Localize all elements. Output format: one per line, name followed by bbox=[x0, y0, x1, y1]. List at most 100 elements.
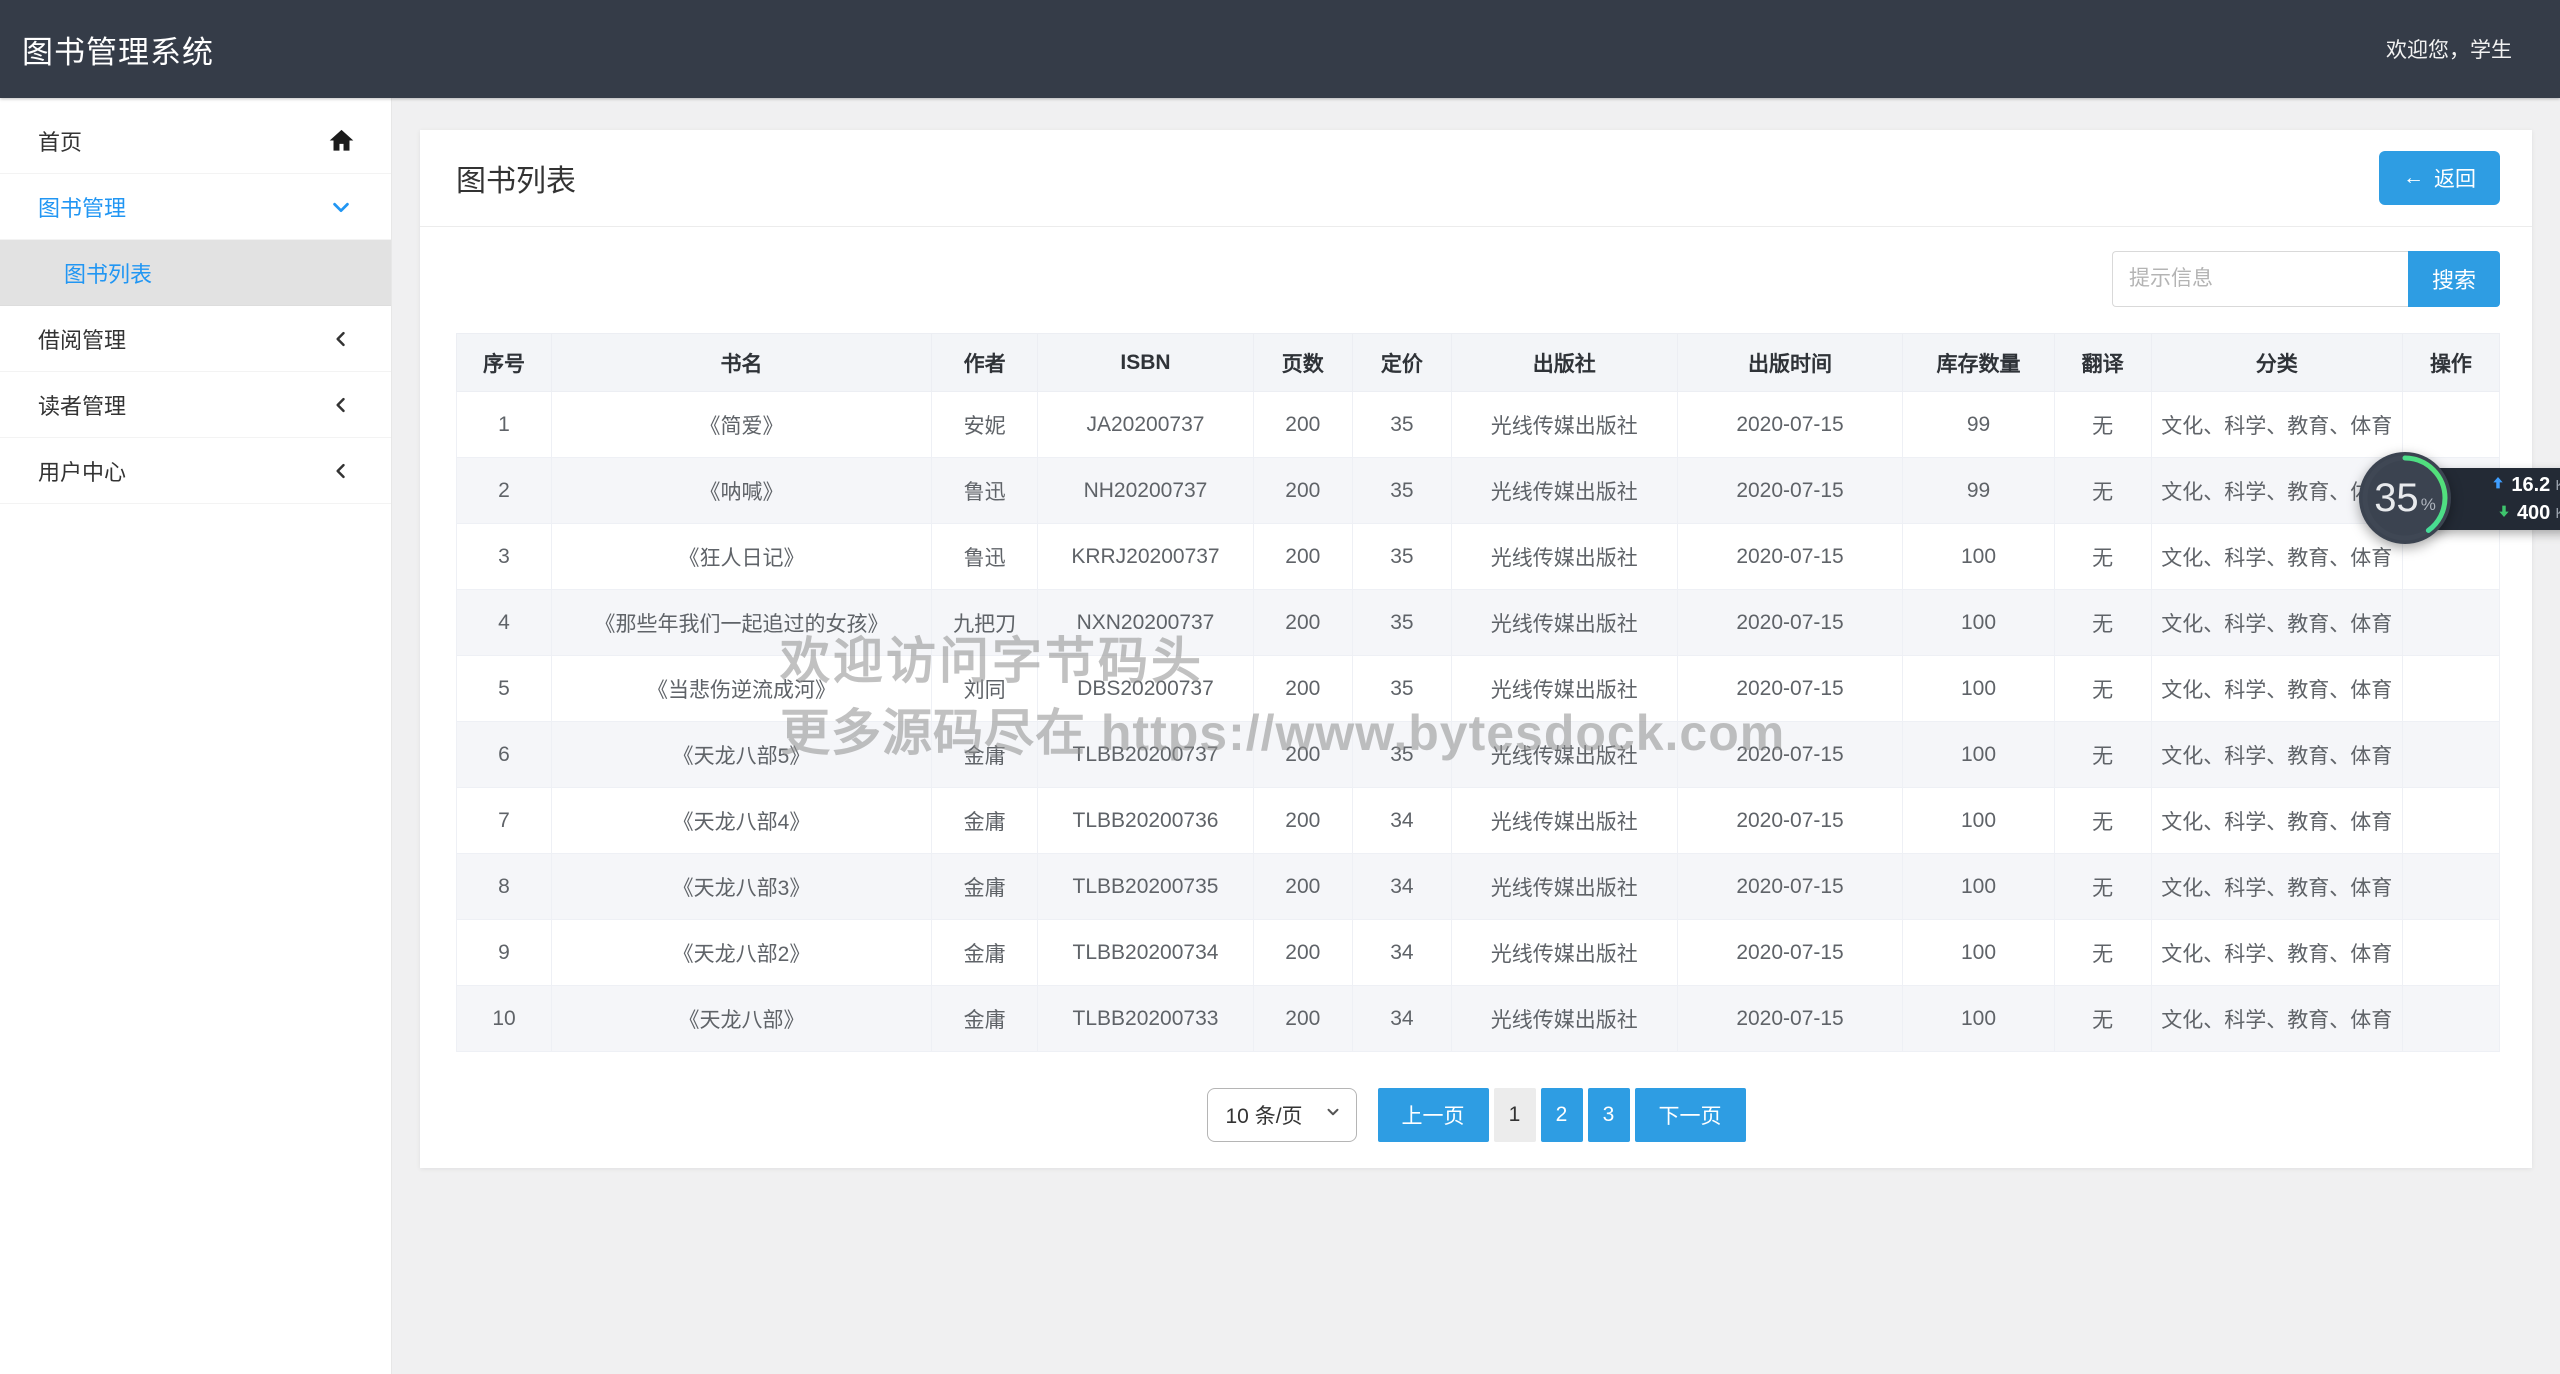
table-cell: 34 bbox=[1352, 788, 1451, 854]
table-cell: TLBB20200735 bbox=[1038, 854, 1254, 920]
table-cell: 100 bbox=[1903, 788, 2054, 854]
table-cell: 7 bbox=[457, 788, 552, 854]
table-cell: 100 bbox=[1903, 524, 2054, 590]
column-header-isbn: ISBN bbox=[1038, 334, 1254, 392]
table-cell: 2020-07-15 bbox=[1677, 722, 1903, 788]
table-cell: KRRJ20200737 bbox=[1038, 524, 1254, 590]
down-arrow-icon bbox=[2496, 503, 2512, 524]
chevron-down-icon bbox=[327, 193, 355, 221]
table-cell: 光线传媒出版社 bbox=[1451, 986, 1677, 1052]
pagination-page-2[interactable]: 2 bbox=[1541, 1088, 1583, 1142]
table-cell bbox=[2402, 788, 2499, 854]
table-cell: 光线传媒出版社 bbox=[1451, 458, 1677, 524]
upload-speed-unit: K/s bbox=[2555, 477, 2560, 494]
pagination-prev-button[interactable]: 上一页 bbox=[1378, 1088, 1489, 1142]
sidebar-item-book-list[interactable]: 图书列表 bbox=[0, 240, 391, 306]
table-cell: 金庸 bbox=[931, 920, 1037, 986]
page-size-select[interactable]: 10 条/页 bbox=[1207, 1088, 1357, 1142]
table-cell: 200 bbox=[1253, 656, 1352, 722]
sidebar-item-home[interactable]: 首页 bbox=[0, 108, 391, 174]
table-row: 8《天龙八部3》金庸TLBB2020073520034光线传媒出版社2020-0… bbox=[457, 854, 2500, 920]
table-cell: 2020-07-15 bbox=[1677, 458, 1903, 524]
table-cell: 99 bbox=[1903, 392, 2054, 458]
table-cell: 100 bbox=[1903, 722, 2054, 788]
table-cell: 34 bbox=[1352, 854, 1451, 920]
table-cell: 200 bbox=[1253, 854, 1352, 920]
table-cell: 200 bbox=[1253, 920, 1352, 986]
table-cell: 35 bbox=[1352, 458, 1451, 524]
table-cell: 刘同 bbox=[931, 656, 1037, 722]
table-cell: NH20200737 bbox=[1038, 458, 1254, 524]
table-cell: 九把刀 bbox=[931, 590, 1037, 656]
home-icon bbox=[327, 127, 355, 155]
table-cell: 200 bbox=[1253, 722, 1352, 788]
sidebar-item-label: 图书列表 bbox=[64, 257, 355, 289]
table-cell bbox=[2402, 392, 2499, 458]
table-cell bbox=[2402, 590, 2499, 656]
pagination-next-button[interactable]: 下一页 bbox=[1635, 1088, 1746, 1142]
table-cell: 《天龙八部》 bbox=[551, 986, 931, 1052]
table-cell: 文化、科学、教育、体育 bbox=[2151, 590, 2402, 656]
table-cell: 35 bbox=[1352, 524, 1451, 590]
table-cell: 光线传媒出版社 bbox=[1451, 524, 1677, 590]
table-cell: 1 bbox=[457, 392, 552, 458]
table-cell: 文化、科学、教育、体育 bbox=[2151, 920, 2402, 986]
table-cell: 100 bbox=[1903, 854, 2054, 920]
table-cell: NXN20200737 bbox=[1038, 590, 1254, 656]
table-cell: 无 bbox=[2054, 392, 2151, 458]
table-cell: 《狂人日记》 bbox=[551, 524, 931, 590]
table-row: 6《天龙八部5》金庸TLBB2020073720035光线传媒出版社2020-0… bbox=[457, 722, 2500, 788]
table-cell: 鲁迅 bbox=[931, 524, 1037, 590]
table-cell: 《天龙八部4》 bbox=[551, 788, 931, 854]
progress-circle: 35 % bbox=[2359, 452, 2451, 544]
table-cell: DBS20200737 bbox=[1038, 656, 1254, 722]
app-title: 图书管理系统 bbox=[22, 27, 214, 72]
table-cell: 《天龙八部3》 bbox=[551, 854, 931, 920]
chevron-left-icon bbox=[327, 325, 355, 353]
sidebar-item-user-center[interactable]: 用户中心 bbox=[0, 438, 391, 504]
table-cell: 无 bbox=[2054, 854, 2151, 920]
table-cell bbox=[2402, 722, 2499, 788]
back-button[interactable]: ← 返回 bbox=[2379, 151, 2500, 205]
table-cell: 200 bbox=[1253, 524, 1352, 590]
topbar: 图书管理系统 欢迎您，学生 bbox=[0, 0, 2560, 98]
sidebar-item-label: 用户中心 bbox=[38, 455, 327, 487]
download-speed-value: 400 bbox=[2517, 502, 2550, 525]
column-header-price: 定价 bbox=[1352, 334, 1451, 392]
sidebar-item-book-management[interactable]: 图书管理 bbox=[0, 174, 391, 240]
table-row: 9《天龙八部2》金庸TLBB2020073420034光线传媒出版社2020-0… bbox=[457, 920, 2500, 986]
table-cell: 2020-07-15 bbox=[1677, 920, 1903, 986]
table-cell: 2020-07-15 bbox=[1677, 788, 1903, 854]
table-header-row: 序号 书名 作者 ISBN 页数 定价 出版社 出版时间 库存数量 翻译 分类 … bbox=[457, 334, 2500, 392]
column-header-index: 序号 bbox=[457, 334, 552, 392]
table-wrap: 序号 书名 作者 ISBN 页数 定价 出版社 出版时间 库存数量 翻译 分类 … bbox=[420, 333, 2532, 1052]
table-row: 3《狂人日记》鲁迅KRRJ2020073720035光线传媒出版社2020-07… bbox=[457, 524, 2500, 590]
table-cell: 35 bbox=[1352, 392, 1451, 458]
table-cell: 200 bbox=[1253, 458, 1352, 524]
table-cell: 35 bbox=[1352, 590, 1451, 656]
table-cell: 文化、科学、教育、体育 bbox=[2151, 788, 2402, 854]
table-cell: 无 bbox=[2054, 524, 2151, 590]
table-cell: 光线传媒出版社 bbox=[1451, 722, 1677, 788]
page-title: 图书列表 bbox=[456, 156, 576, 200]
pagination-page-1[interactable]: 1 bbox=[1494, 1088, 1536, 1142]
search-button[interactable]: 搜索 bbox=[2408, 251, 2500, 307]
table-cell: 99 bbox=[1903, 458, 2054, 524]
table-cell: 5 bbox=[457, 656, 552, 722]
sidebar-item-borrow-management[interactable]: 借阅管理 bbox=[0, 306, 391, 372]
table-cell bbox=[2402, 656, 2499, 722]
sidebar-item-label: 读者管理 bbox=[38, 389, 327, 421]
search-row: 搜索 bbox=[420, 227, 2532, 333]
table-cell: TLBB20200736 bbox=[1038, 788, 1254, 854]
back-button-label: 返回 bbox=[2434, 163, 2476, 193]
sidebar-item-reader-management[interactable]: 读者管理 bbox=[0, 372, 391, 438]
sidebar-item-label: 借阅管理 bbox=[38, 323, 327, 355]
content-card: 图书列表 ← 返回 搜索 序号 书名 作者 ISBN 页数 定价 bbox=[420, 130, 2532, 1168]
column-header-translate: 翻译 bbox=[2054, 334, 2151, 392]
upload-speed: 16.2 K/s bbox=[2461, 472, 2560, 498]
table-cell: 无 bbox=[2054, 920, 2151, 986]
table-cell: 《天龙八部5》 bbox=[551, 722, 931, 788]
card-header: 图书列表 ← 返回 bbox=[420, 130, 2532, 227]
pagination-page-3[interactable]: 3 bbox=[1588, 1088, 1630, 1142]
search-input[interactable] bbox=[2112, 251, 2408, 307]
